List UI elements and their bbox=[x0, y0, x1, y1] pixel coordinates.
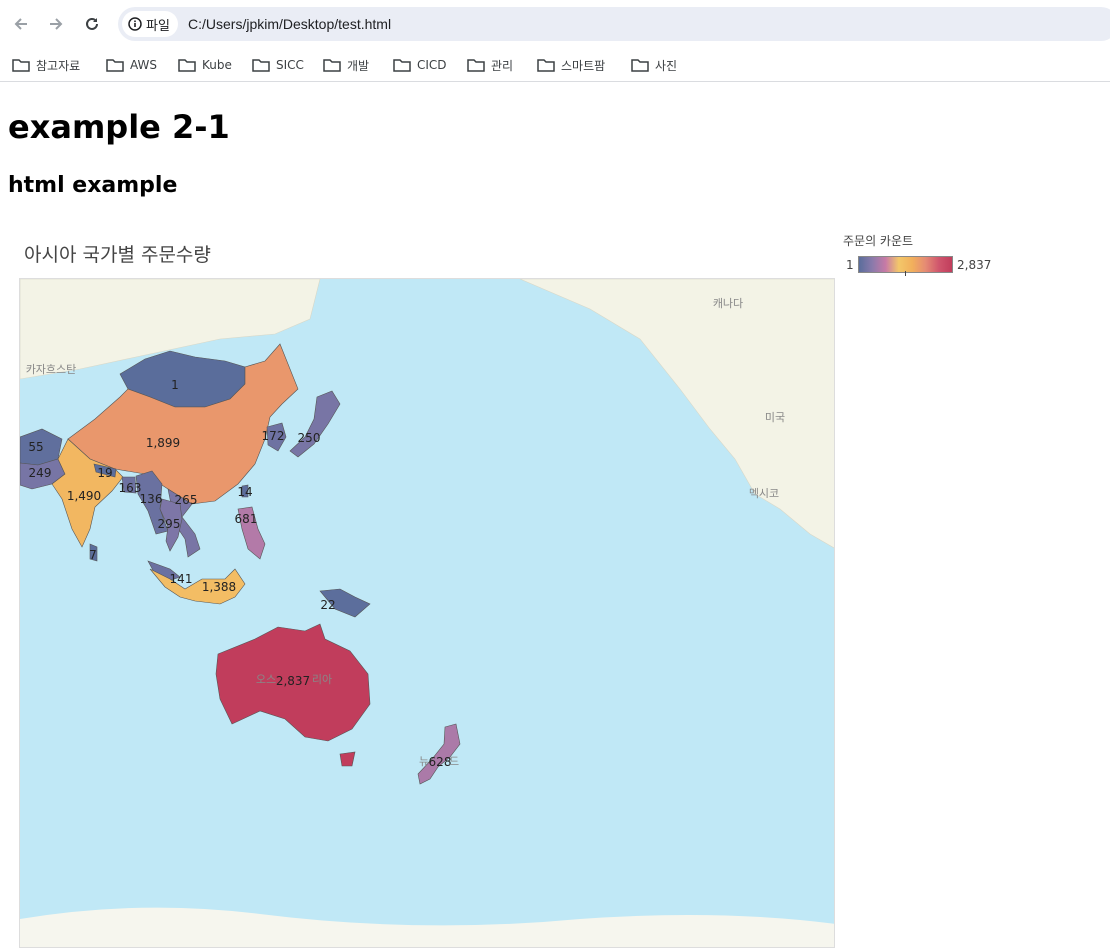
value-label-philippines: 681 bbox=[235, 512, 258, 526]
bookmark-folder[interactable]: 관리 bbox=[467, 54, 513, 76]
reload-button[interactable] bbox=[80, 12, 104, 36]
map-label-australia-right: 리아 bbox=[312, 673, 332, 686]
bookmark-label: AWS bbox=[130, 58, 158, 72]
value-label-bangladesh: 163 bbox=[119, 481, 142, 495]
bookmark-folder[interactable]: 스마트팜 bbox=[537, 54, 605, 76]
value-label-malaysia: 141 bbox=[170, 572, 193, 586]
bookmarks-bar: 참고자료 AWS Kube SICC 개발 CICD 관리 스마트팜 사진 bbox=[0, 48, 1110, 82]
choropleth-map[interactable]: 1 1,899 172 250 55 249 1,490 19 163 136 … bbox=[19, 278, 835, 948]
page-subheading: html example bbox=[8, 173, 178, 198]
forward-arrow-icon bbox=[50, 18, 63, 30]
bookmark-folder[interactable]: 참고자료 bbox=[12, 54, 80, 76]
value-label-nepal: 19 bbox=[97, 466, 112, 480]
bookmark-label: 개발 bbox=[347, 58, 370, 73]
value-label-afghanistan: 55 bbox=[28, 440, 43, 454]
bookmark-label: SICC bbox=[276, 58, 304, 72]
value-label-thailand: 295 bbox=[158, 517, 181, 531]
colorbar-tick bbox=[905, 271, 906, 276]
site-info-label: 파일 bbox=[146, 18, 170, 34]
map-label-kazakhstan: 카자흐스탄 bbox=[26, 363, 77, 376]
colorbar-min-label: 1 bbox=[846, 258, 854, 272]
back-button[interactable] bbox=[9, 12, 33, 36]
bookmark-label: Kube bbox=[202, 58, 232, 72]
map-label-usa: 미국 bbox=[765, 411, 785, 424]
browser-toolbar: 파일 C:/Users/jpkim/Desktop/test.html bbox=[0, 0, 1110, 48]
value-label-sri-lanka: 7 bbox=[89, 548, 97, 562]
folder-icon bbox=[12, 59, 30, 72]
map-label-australia-left: 오스 bbox=[256, 673, 276, 686]
bookmark-label: 사진 bbox=[655, 58, 678, 73]
folder-icon bbox=[252, 59, 270, 72]
map-canvas[interactable]: 1 1,899 172 250 55 249 1,490 19 163 136 … bbox=[20, 279, 835, 948]
folder-icon bbox=[631, 59, 649, 72]
url-text[interactable]: C:/Users/jpkim/Desktop/test.html bbox=[188, 16, 391, 32]
page-heading: example 2-1 bbox=[8, 108, 230, 146]
colorbar-title: 주문의 카운트 bbox=[843, 234, 914, 248]
value-label-myanmar: 136 bbox=[140, 492, 163, 506]
bookmark-label: 관리 bbox=[491, 58, 514, 73]
value-label-vietnam: 265 bbox=[175, 493, 198, 507]
bookmark-folder[interactable]: Kube bbox=[178, 54, 232, 76]
value-label-pakistan: 249 bbox=[29, 466, 52, 480]
site-info-chip[interactable]: 파일 bbox=[122, 11, 178, 37]
folder-icon bbox=[106, 59, 124, 72]
forward-button[interactable] bbox=[44, 12, 68, 36]
map-label-nz-right: 드 bbox=[449, 755, 459, 768]
folder-icon bbox=[393, 59, 411, 72]
bookmark-folder[interactable]: CICD bbox=[393, 54, 447, 76]
info-icon bbox=[128, 17, 142, 31]
map-label-nz-left: 뉴 bbox=[419, 755, 429, 768]
value-label-taiwan: 14 bbox=[237, 485, 252, 499]
bookmark-folder[interactable]: 사진 bbox=[631, 54, 677, 76]
bookmark-label: CICD bbox=[417, 58, 447, 72]
reload-icon bbox=[86, 17, 98, 30]
colorbar-max-label: 2,837 bbox=[957, 258, 992, 272]
value-label-japan: 250 bbox=[298, 431, 321, 445]
folder-icon bbox=[323, 59, 341, 72]
value-label-australia: 2,837 bbox=[276, 674, 310, 688]
map-label-canada: 캐나다 bbox=[713, 297, 743, 310]
bookmark-label: 스마트팜 bbox=[561, 58, 606, 73]
bookmark-label: 참고자료 bbox=[36, 58, 81, 73]
back-arrow-icon bbox=[14, 18, 27, 30]
bookmark-folder[interactable]: 개발 bbox=[323, 54, 369, 76]
folder-icon bbox=[537, 59, 555, 72]
value-label-papua-new-guinea: 22 bbox=[320, 598, 335, 612]
value-label-china: 1,899 bbox=[146, 436, 180, 450]
value-label-south-korea: 172 bbox=[262, 429, 285, 443]
value-label-india: 1,490 bbox=[67, 489, 101, 503]
bookmark-folder[interactable]: AWS bbox=[106, 54, 157, 76]
chart-title: 아시아 국가별 주문수량 bbox=[24, 244, 211, 266]
folder-icon bbox=[178, 59, 196, 72]
bookmark-folder[interactable]: SICC bbox=[252, 54, 304, 76]
value-label-mongolia: 1 bbox=[171, 378, 179, 392]
folder-icon bbox=[467, 59, 485, 72]
map-label-mexico: 멕시코 bbox=[749, 487, 779, 500]
country-australia-tasmania[interactable] bbox=[339, 751, 356, 767]
value-label-indonesia: 1,388 bbox=[202, 580, 236, 594]
